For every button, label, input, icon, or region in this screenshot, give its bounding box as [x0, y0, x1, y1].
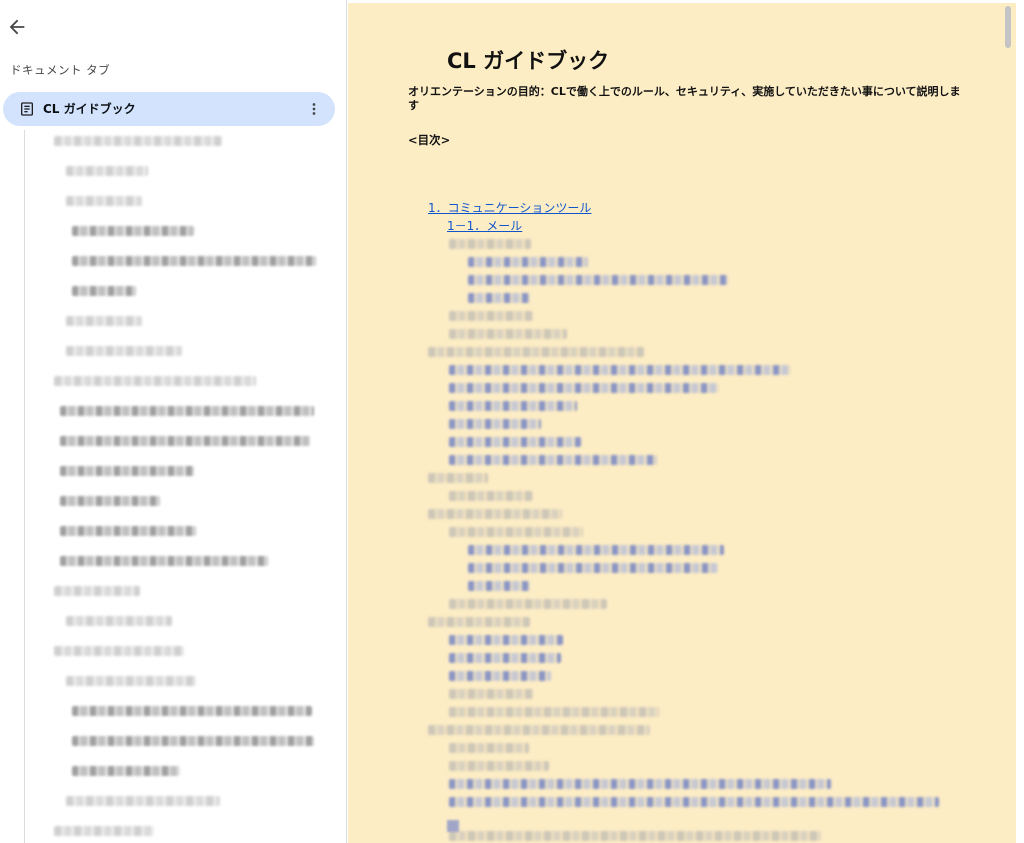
toc-entry[interactable]	[449, 329, 567, 339]
outline-item[interactable]	[60, 466, 194, 476]
toc-entry-marker[interactable]	[447, 820, 459, 832]
outline-item[interactable]	[72, 256, 316, 266]
toc-entry[interactable]	[449, 401, 577, 411]
document-tabs-panel: ドキュメント タブ CL ガイドブック	[0, 0, 347, 843]
outline-item[interactable]	[72, 706, 312, 716]
outline-item[interactable]	[66, 196, 142, 206]
toc-entry[interactable]	[449, 671, 551, 681]
outline-item[interactable]	[60, 436, 310, 446]
toc-entry[interactable]	[449, 797, 939, 807]
toc-entry[interactable]	[468, 545, 724, 555]
outline-item[interactable]	[66, 346, 182, 356]
document-icon	[21, 102, 33, 116]
toc-entry[interactable]	[449, 779, 831, 789]
outline-item[interactable]	[72, 736, 314, 746]
toc-entry[interactable]	[449, 383, 719, 393]
toc-entry[interactable]	[449, 707, 659, 717]
toc-entry[interactable]	[428, 347, 644, 357]
outline-item[interactable]	[60, 556, 268, 566]
toc-entry[interactable]	[449, 599, 607, 609]
toc-entry[interactable]	[468, 581, 530, 591]
tab-cl-guidebook[interactable]: CL ガイドブック	[3, 92, 335, 126]
toc-entry[interactable]	[449, 761, 549, 771]
toc-entry[interactable]	[449, 653, 561, 663]
toc-entry[interactable]	[449, 743, 529, 753]
toc-entry[interactable]	[468, 563, 718, 573]
toc-entry[interactable]	[449, 527, 583, 537]
outline-item[interactable]	[60, 526, 196, 536]
app-root: ドキュメント タブ CL ガイドブック CL ガイドブック オリエンテーションの…	[0, 0, 1024, 843]
toc-entry[interactable]	[449, 419, 541, 429]
toc-link-mail[interactable]: 1－1．メール	[447, 217, 522, 234]
toc-entry[interactable]	[468, 257, 588, 267]
toc-entry[interactable]	[449, 455, 657, 465]
tab-label: CL ガイドブック	[43, 102, 136, 116]
toc-entry[interactable]	[449, 491, 533, 501]
outline-item[interactable]	[54, 586, 140, 596]
document-page[interactable]: CL ガイドブック オリエンテーションの目的：CLで働く上でのルール、セキュリテ…	[348, 3, 1016, 843]
panel-heading: ドキュメント タブ	[10, 63, 111, 77]
toc-entry[interactable]	[428, 617, 530, 627]
toc-entry[interactable]	[449, 437, 581, 447]
outline-item[interactable]	[60, 406, 314, 416]
outline-item[interactable]	[54, 376, 256, 386]
outline-item[interactable]	[54, 136, 222, 146]
outline-item[interactable]	[66, 316, 142, 326]
toc-entry[interactable]	[428, 509, 562, 519]
outline-item[interactable]	[72, 286, 136, 296]
toc-link-communication-tools[interactable]: 1．コミュニケーションツール	[428, 199, 591, 216]
toc-entry[interactable]	[449, 239, 531, 249]
orientation-purpose: オリエンテーションの目的：CLで働く上でのルール、セキュリティ、実施していただき…	[408, 85, 961, 112]
outline-item[interactable]	[66, 796, 220, 806]
toc-entry[interactable]	[428, 725, 650, 735]
scrollbar-thumb[interactable]	[1005, 6, 1011, 48]
outline-item[interactable]	[66, 616, 172, 626]
document-title: CL ガイドブック	[447, 49, 610, 73]
outline-item[interactable]	[60, 496, 160, 506]
outline-guide-line	[24, 130, 25, 843]
more-vert-icon[interactable]	[305, 100, 323, 118]
toc-entry[interactable]	[468, 293, 530, 303]
toc-heading: <目次>	[408, 133, 451, 147]
toc-entry[interactable]	[449, 689, 533, 699]
outline-item[interactable]	[66, 166, 148, 176]
toc-entry[interactable]	[468, 275, 728, 285]
toc-entry[interactable]	[449, 365, 791, 375]
outline-item[interactable]	[72, 226, 194, 236]
toc-entry[interactable]	[449, 635, 563, 645]
outline-item[interactable]	[72, 766, 180, 776]
toc-entry[interactable]	[449, 311, 533, 321]
outline-item[interactable]	[54, 826, 154, 836]
outline-item[interactable]	[66, 676, 196, 686]
toc-entry[interactable]	[428, 473, 488, 483]
arrow-back-icon[interactable]	[6, 16, 28, 38]
outline-item[interactable]	[54, 646, 184, 656]
toc-entry[interactable]	[449, 831, 821, 841]
